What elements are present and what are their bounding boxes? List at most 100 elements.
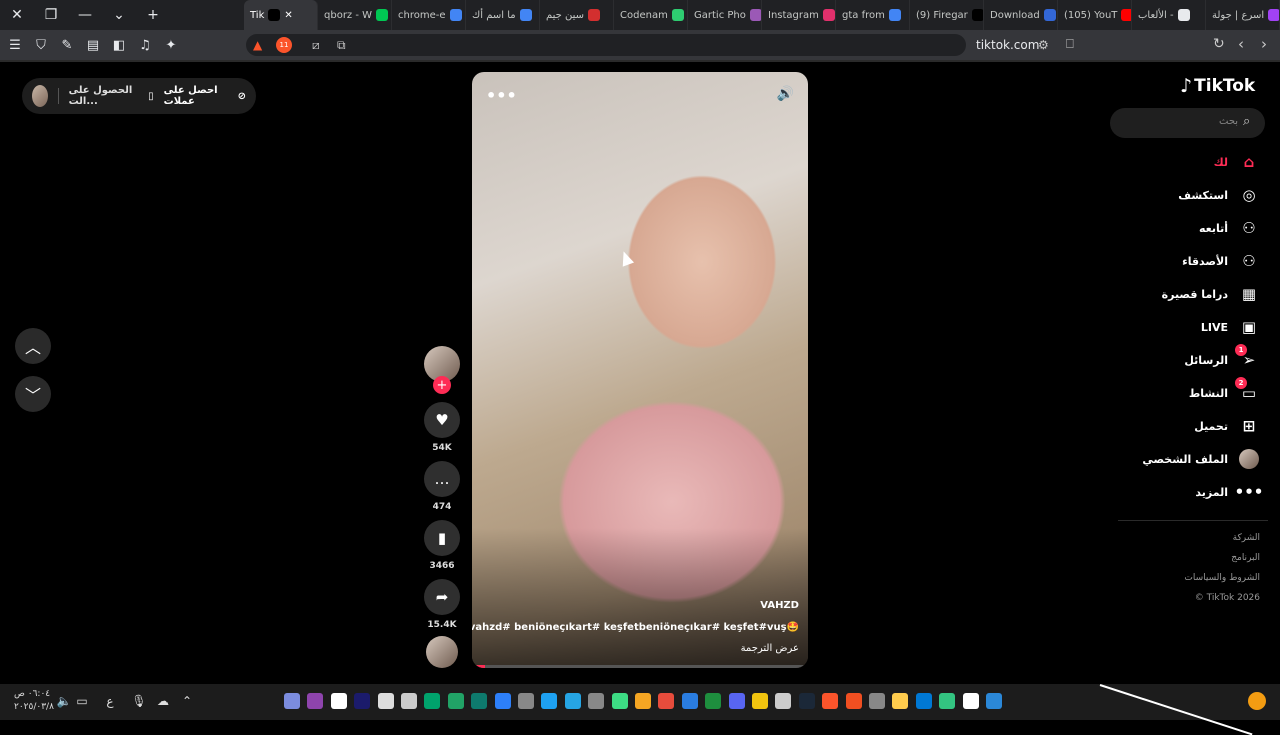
back-icon[interactable]: ‹	[1238, 35, 1244, 53]
new-tab-button[interactable]: +	[136, 0, 170, 30]
footer-link[interactable]: الشروط والسياسات	[1184, 573, 1260, 583]
reader-icon[interactable]: ▤	[82, 34, 104, 56]
taskbar-app-icon[interactable]	[354, 693, 371, 709]
taskbar-app-icon[interactable]	[588, 693, 605, 709]
taskbar-app-icon[interactable]	[307, 693, 324, 709]
browser-tab[interactable]: Instagram	[762, 0, 836, 30]
taskbar-app-icon[interactable]	[471, 693, 488, 709]
browser-tab[interactable]: Download	[984, 0, 1058, 30]
video-progress-bar[interactable]	[472, 665, 808, 668]
more-options-icon[interactable]: •••	[486, 86, 517, 105]
taskbar-app-icon[interactable]	[611, 693, 628, 709]
previous-video-button[interactable]: ︿	[15, 328, 51, 364]
bookmark-icon[interactable]: ⎕	[1066, 37, 1074, 52]
get-coins-link[interactable]: احصل على عملات	[164, 85, 228, 107]
avatar[interactable]	[32, 85, 48, 107]
sidebar-item[interactable]: النشاط ▭ 2	[1189, 377, 1260, 405]
sidebar-item[interactable]: الملف الشخصي	[1142, 447, 1260, 471]
taskbar-app-icon[interactable]	[962, 693, 979, 709]
taskbar-app-icon[interactable]	[658, 693, 675, 709]
save-button[interactable]: ▮	[424, 520, 460, 556]
taskbar-app-icon[interactable]	[705, 693, 722, 709]
taskbar-app-icon[interactable]	[635, 693, 651, 709]
url-text[interactable]: tiktok.com	[976, 38, 1039, 52]
screenshot-icon[interactable]: ⧄	[312, 38, 320, 53]
mic-tray-icon[interactable]: 🎙	[131, 693, 147, 709]
cloud-tray-icon[interactable]: ☁	[155, 693, 171, 709]
language-indicator[interactable]: ع	[102, 693, 118, 709]
show-hidden-icons[interactable]: ⌃	[179, 693, 195, 709]
browser-tab[interactable]: الألعاب -	[1132, 0, 1206, 30]
search-icon[interactable]: ⌕	[1243, 114, 1250, 129]
taskbar-app-icon[interactable]	[845, 693, 862, 709]
taskbar-app-icon[interactable]	[915, 693, 932, 709]
taskbar-app-icon[interactable]	[986, 693, 1002, 709]
network-tray-icon[interactable]: ▭	[74, 693, 90, 709]
browser-tab[interactable]: Gartic Pho	[688, 0, 762, 30]
translate-icon[interactable]: ⧉	[337, 38, 346, 53]
taskbar-app-icon[interactable]	[798, 693, 815, 709]
sidebar-item[interactable]: استكشف ◎	[1178, 183, 1260, 207]
next-video-button[interactable]: ﹀	[15, 376, 51, 412]
taskbar-app-icon[interactable]	[681, 693, 698, 709]
taskbar-app-icon[interactable]	[284, 693, 300, 709]
taskbar-app-icon[interactable]	[564, 693, 581, 709]
sidebar-item[interactable]: الرسائل ➢ 1	[1184, 344, 1260, 372]
weather-icon[interactable]	[1248, 692, 1266, 710]
menu-icon[interactable]: ☰	[4, 34, 26, 56]
taskbar-app-icon[interactable]	[401, 693, 417, 709]
sidebar-item[interactable]: المزيد •••	[1195, 480, 1263, 504]
video-author[interactable]: VAHZD	[760, 600, 799, 611]
like-button[interactable]: ♥	[424, 402, 460, 438]
taskbar-app-icon[interactable]	[939, 693, 956, 709]
reload-icon[interactable]: ↻	[1213, 36, 1225, 52]
tiktok-logo[interactable]: ♪ TikTok	[1180, 75, 1255, 97]
taskbar-app-icon[interactable]	[775, 693, 792, 709]
footer-link[interactable]: الشركة	[1233, 533, 1260, 543]
browser-tab[interactable]: gta from	[836, 0, 910, 30]
browser-tab[interactable]: (9) Firegar	[910, 0, 984, 30]
search-input[interactable]	[1110, 108, 1265, 138]
sound-avatar[interactable]	[426, 636, 458, 668]
shield-icon[interactable]: ⛉	[30, 34, 52, 56]
sidebar-item[interactable]: أتابعه ⚇	[1199, 216, 1260, 240]
taskbar-app-icon[interactable]	[869, 693, 885, 709]
browser-tab[interactable]: اسرع | جولة	[1206, 0, 1280, 30]
tab-close-icon[interactable]: ✕	[284, 10, 292, 21]
tab-list-button[interactable]: ⌄	[102, 0, 136, 30]
browser-tab[interactable]: (105) YouT	[1058, 0, 1132, 30]
window-close-button[interactable]: ✕	[0, 0, 34, 30]
puzzle-icon[interactable]: ✦	[160, 34, 182, 56]
video-player[interactable]: ••• 🔊 VAHZD vahzd# beniöneçıkart# keşfet…	[472, 72, 808, 668]
comment-button[interactable]: …	[424, 461, 460, 497]
window-minimize-button[interactable]: —	[68, 0, 102, 30]
browser-tab[interactable]: سين جيم	[540, 0, 614, 30]
share-button[interactable]: ➦	[424, 579, 460, 615]
browser-tab[interactable]: Codenam	[614, 0, 688, 30]
taskbar-app-icon[interactable]	[330, 693, 347, 709]
extensions-icon[interactable]: ✎	[56, 34, 78, 56]
browser-tab[interactable]: ما اسم أك	[466, 0, 540, 30]
taskbar-app-icon[interactable]	[494, 693, 511, 709]
taskbar-clock[interactable]: ٠٦:٠٤ ص ٢٠٢٥/٠٣/٨	[14, 688, 54, 714]
taskbar-app-icon[interactable]	[541, 693, 558, 709]
address-bar[interactable]	[246, 34, 966, 56]
taskbar-app-icon[interactable]	[752, 693, 768, 709]
taskbar-app-icon[interactable]	[822, 693, 839, 709]
footer-link[interactable]: البرنامج	[1231, 553, 1260, 563]
sidebar-item[interactable]: تحميل ⊞	[1194, 414, 1260, 438]
creator-avatar[interactable]: +	[424, 346, 460, 394]
taskbar-app-icon[interactable]	[377, 693, 394, 709]
window-restore-button[interactable]: ❐	[34, 0, 68, 30]
site-settings-icon[interactable]: ⚙	[1038, 38, 1049, 52]
forward-icon[interactable]: ›	[1261, 35, 1267, 53]
brave-rewards-icon[interactable]: ▲	[253, 38, 262, 52]
volume-tray-icon[interactable]: 🔈	[56, 693, 72, 709]
sidebar-item[interactable]: دراما قصيرة ▦	[1162, 282, 1260, 306]
sidebar-item[interactable]: الأصدقاء ⚇	[1182, 249, 1260, 273]
taskbar-app-icon[interactable]	[728, 693, 745, 709]
follow-plus-icon[interactable]: +	[433, 376, 451, 394]
get-app-link[interactable]: الحصول على الت...	[69, 85, 139, 107]
sidebar-item[interactable]: LIVE ▣	[1201, 315, 1260, 339]
taskbar-app-icon[interactable]	[518, 693, 534, 709]
